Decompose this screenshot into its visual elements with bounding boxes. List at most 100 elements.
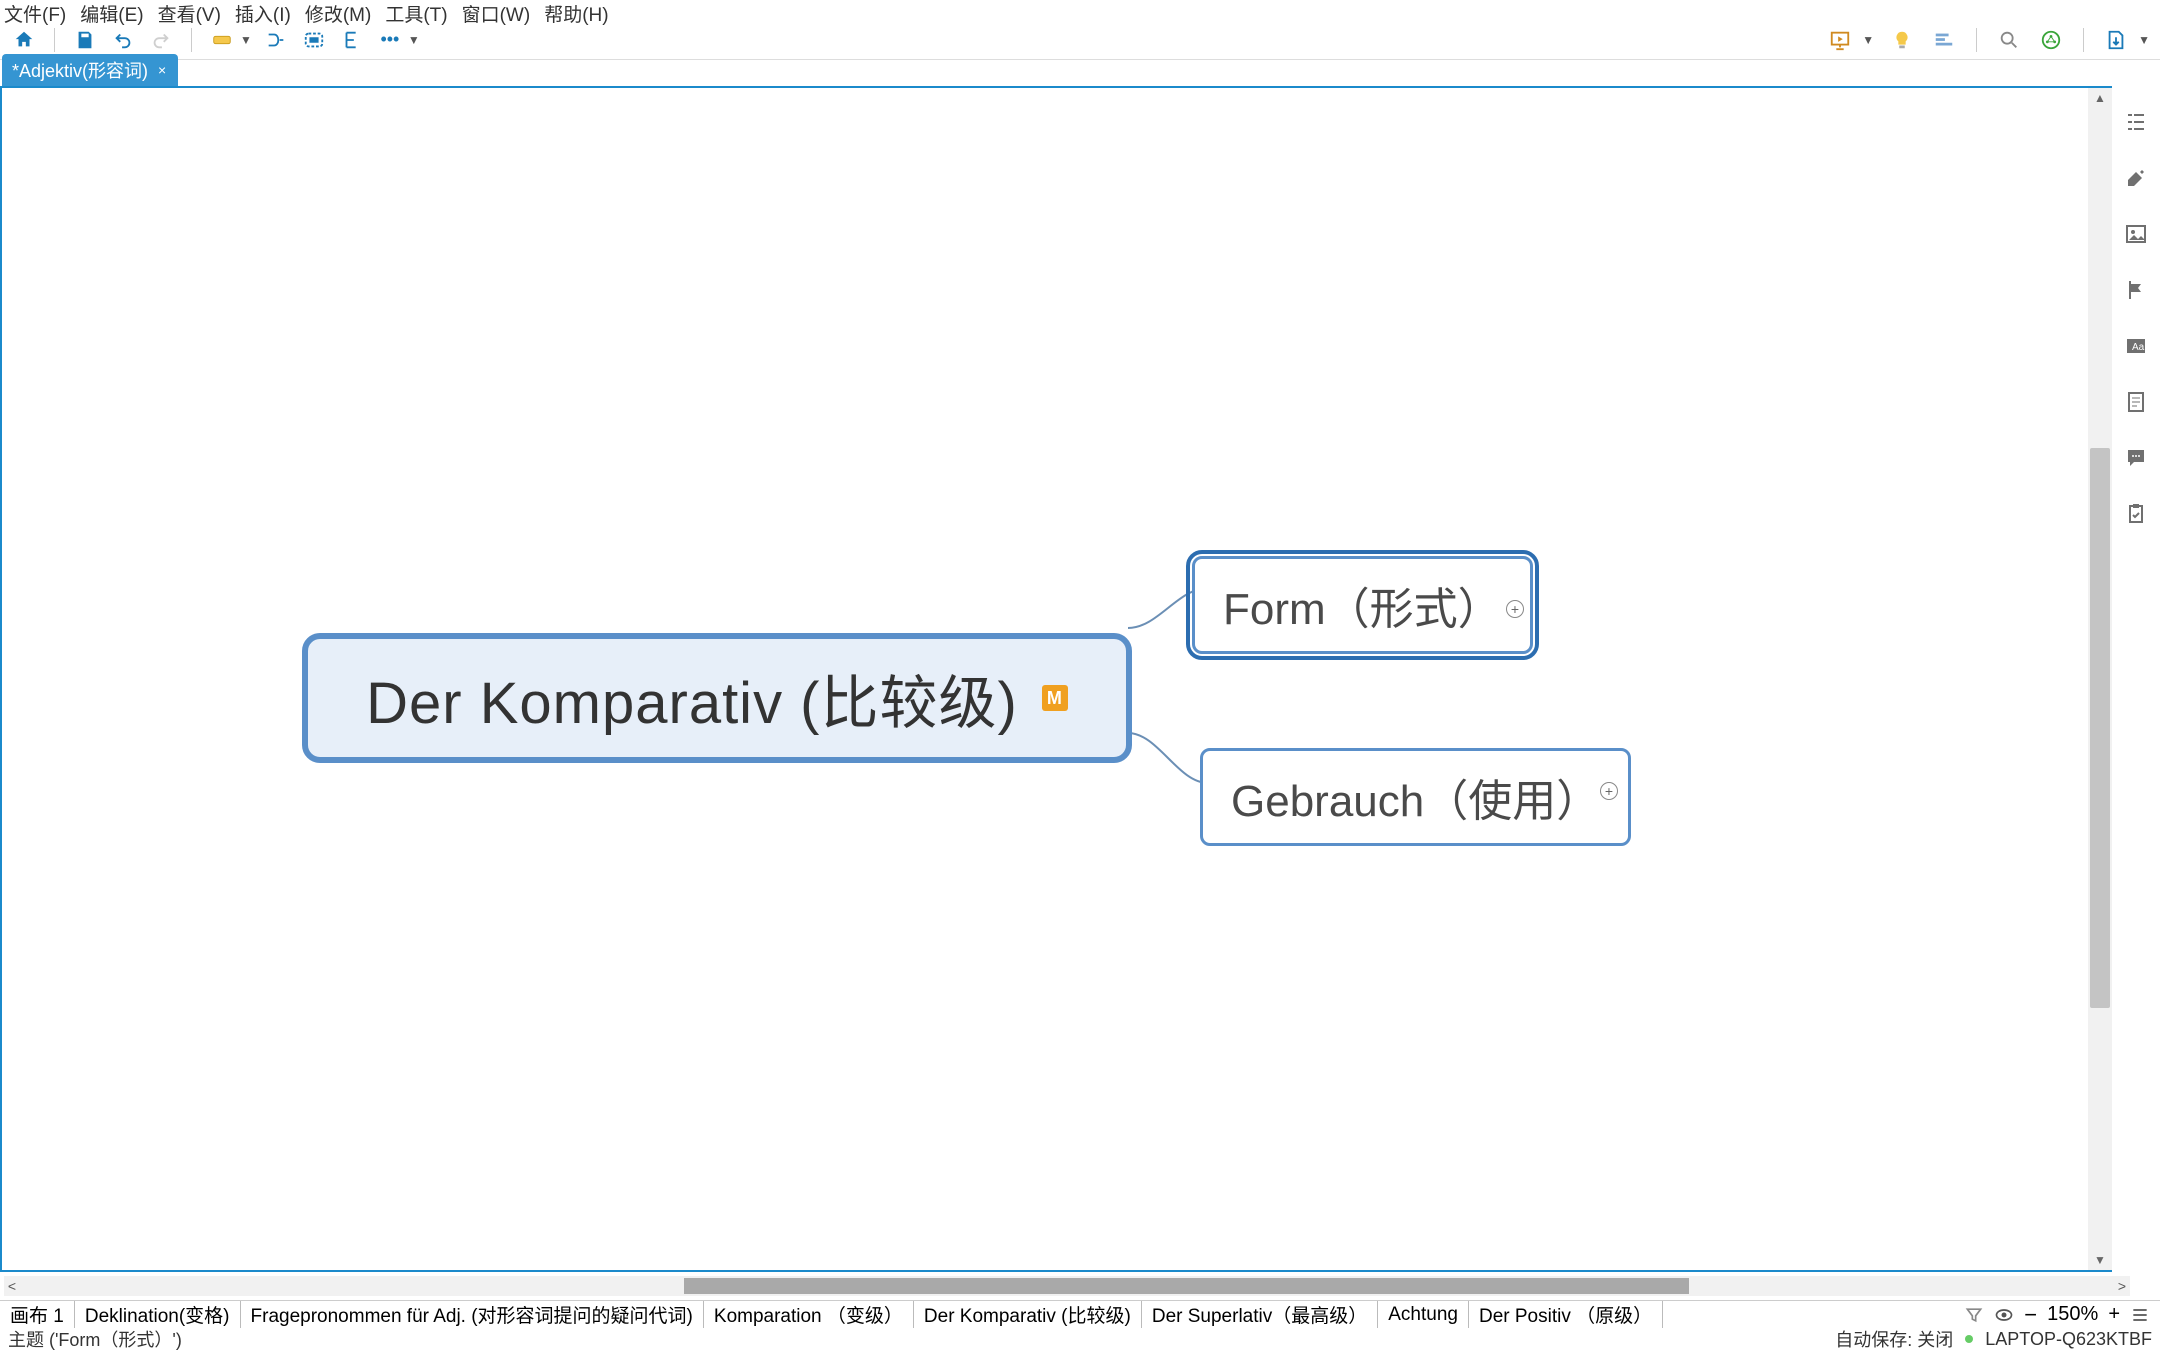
menu-edit[interactable]: 编辑(E) [80,0,143,27]
icon-panel-button[interactable]: Aa [2124,334,2148,358]
menu-insert[interactable]: 插入(I) [235,0,291,27]
expand-handle[interactable]: + [1506,600,1524,618]
document-tab[interactable]: *Adjektiv(形容词) × [2,54,178,86]
undo-button[interactable] [109,26,137,54]
image-panel-button[interactable] [2124,222,2148,246]
scroll-up-arrow[interactable]: ▲ [2088,88,2112,108]
toolbar: ▼ ••• ▼ ▼ ▼ [0,20,2160,60]
lightbulb-icon [1891,29,1913,51]
save-button[interactable] [71,26,99,54]
document-tabs: *Adjektiv(形容词) × [0,60,2160,86]
toolbar-separator [54,28,55,52]
boundary-button[interactable] [300,26,328,54]
image-icon [2124,222,2148,246]
outline-icon [2124,110,2148,134]
device-name: LAPTOP-Q623KTBF [1985,1329,2152,1350]
flag-icon [2124,278,2148,302]
task-panel-button[interactable] [2124,502,2148,526]
summary-icon [341,29,363,51]
search-icon [1998,29,2020,51]
zoom-out-button[interactable]: − [2024,1302,2037,1328]
toolbar-separator [1976,28,1977,52]
topic-button[interactable] [208,26,236,54]
subtopic-gebrauch-text: Gebrauch（使用） [1231,765,1600,829]
chevron-down-icon[interactable]: ▼ [1862,33,1874,47]
expand-handle[interactable]: + [1600,782,1618,800]
scroll-right-arrow[interactable]: > [2112,1276,2132,1296]
notes-icon [2124,390,2148,414]
share-button[interactable] [2037,26,2065,54]
more-button[interactable]: ••• [376,26,404,54]
scroll-left-arrow[interactable]: < [2,1276,22,1296]
chevron-down-icon[interactable]: ▼ [408,33,420,47]
svg-text:Aa: Aa [2132,342,2145,353]
presentation-icon [1829,29,1851,51]
status-topic: 主题 ('Form（形式）') [8,1326,182,1350]
subtopic-form-node[interactable]: Form（形式） [1192,556,1533,654]
chevron-down-icon[interactable]: ▼ [2138,33,2150,47]
central-topic-node[interactable]: Der Komparativ (比较级) M [302,633,1132,763]
zoom-percent[interactable]: 150% [2047,1303,2098,1326]
comment-icon [2124,446,2148,470]
filter-button[interactable] [1964,1305,1984,1325]
scroll-thumb[interactable] [684,1278,1689,1294]
connector-line [1128,728,1208,798]
menu-view[interactable]: 查看(V) [158,0,221,27]
marker-panel-button[interactable] [2124,278,2148,302]
redo-button[interactable] [147,26,175,54]
fit-button[interactable] [2130,1305,2150,1325]
visibility-button[interactable] [1994,1305,2014,1325]
vertical-scrollbar[interactable]: ▲ ▼ [2088,86,2112,1272]
mindmap: Der Komparativ (比较级) M Form（形式） + Gebrau… [2,88,2088,1270]
boundary-icon [303,29,325,51]
sheet-tab[interactable]: Achtung [1378,1301,1469,1328]
sheets-right-controls: − 150% + [1964,1301,2160,1328]
menu-file[interactable]: 文件(F) [4,0,66,27]
main-area: Der Komparativ (比较级) M Form（形式） + Gebrau… [0,86,2160,1272]
zoom-in-button[interactable]: + [2108,1303,2120,1326]
sheet-tab[interactable]: Der Komparativ (比较级) [914,1301,1142,1328]
scroll-thumb[interactable] [2090,448,2110,1008]
comments-panel-button[interactable] [2124,446,2148,470]
toolbar-right: ▼ ▼ [1826,26,2150,54]
close-icon[interactable]: × [158,62,166,78]
format-panel-button[interactable] [2124,166,2148,190]
canvas[interactable]: Der Komparativ (比较级) M Form（形式） + Gebrau… [0,86,2088,1272]
presentation-button[interactable] [1826,26,1854,54]
export-icon [2105,29,2127,51]
export-button[interactable] [2102,26,2130,54]
gantt-icon [1933,29,1955,51]
notes-panel-button[interactable] [2124,390,2148,414]
horizontal-scrollbar[interactable]: < > [4,1276,2130,1296]
save-icon [74,29,96,51]
sheet-tab[interactable]: Der Superlativ（最高级） [1142,1301,1378,1328]
text-box-icon: Aa [2124,334,2148,358]
relationship-button[interactable] [262,26,290,54]
sheet-tab[interactable]: Komparation （变级） [704,1301,914,1328]
sheet-tab[interactable]: Deklination(变格) [75,1301,241,1328]
sheet-tab[interactable]: 画布 1 [0,1301,75,1328]
search-button[interactable] [1995,26,2023,54]
menu-bar: 文件(F) 编辑(E) 查看(V) 插入(I) 修改(M) 工具(T) 窗口(W… [0,0,2160,20]
chevron-down-icon[interactable]: ▼ [240,33,252,47]
central-topic-text: Der Komparativ (比较级) [366,656,1018,740]
filter-icon [1964,1305,1984,1325]
summary-button[interactable] [338,26,366,54]
menu-modify[interactable]: 修改(M) [305,0,371,27]
toolbar-separator [2083,28,2084,52]
menu-help[interactable]: 帮助(H) [544,0,608,27]
outline-panel-button[interactable] [2124,110,2148,134]
brainstorm-button[interactable] [1888,26,1916,54]
fit-icon [2130,1305,2150,1325]
menu-tools[interactable]: 工具(T) [385,0,447,27]
gantt-button[interactable] [1930,26,1958,54]
scroll-down-arrow[interactable]: ▼ [2088,1250,2112,1270]
home-button[interactable] [10,26,38,54]
status-bar: 主题 ('Form（形式）') 自动保存: 关闭 LAPTOP-Q623KTBF [0,1328,2160,1350]
subtopic-gebrauch-node[interactable]: Gebrauch（使用） [1200,748,1631,846]
sheet-tab[interactable]: Der Positiv （原级） [1469,1301,1663,1328]
share-icon [2040,29,2062,51]
menu-window[interactable]: 窗口(W) [462,0,531,27]
sheet-tab[interactable]: Fragepronommen für Adj. (对形容词提问的疑问代词) [241,1301,704,1328]
subtopic-form-text: Form（形式） [1223,573,1502,637]
